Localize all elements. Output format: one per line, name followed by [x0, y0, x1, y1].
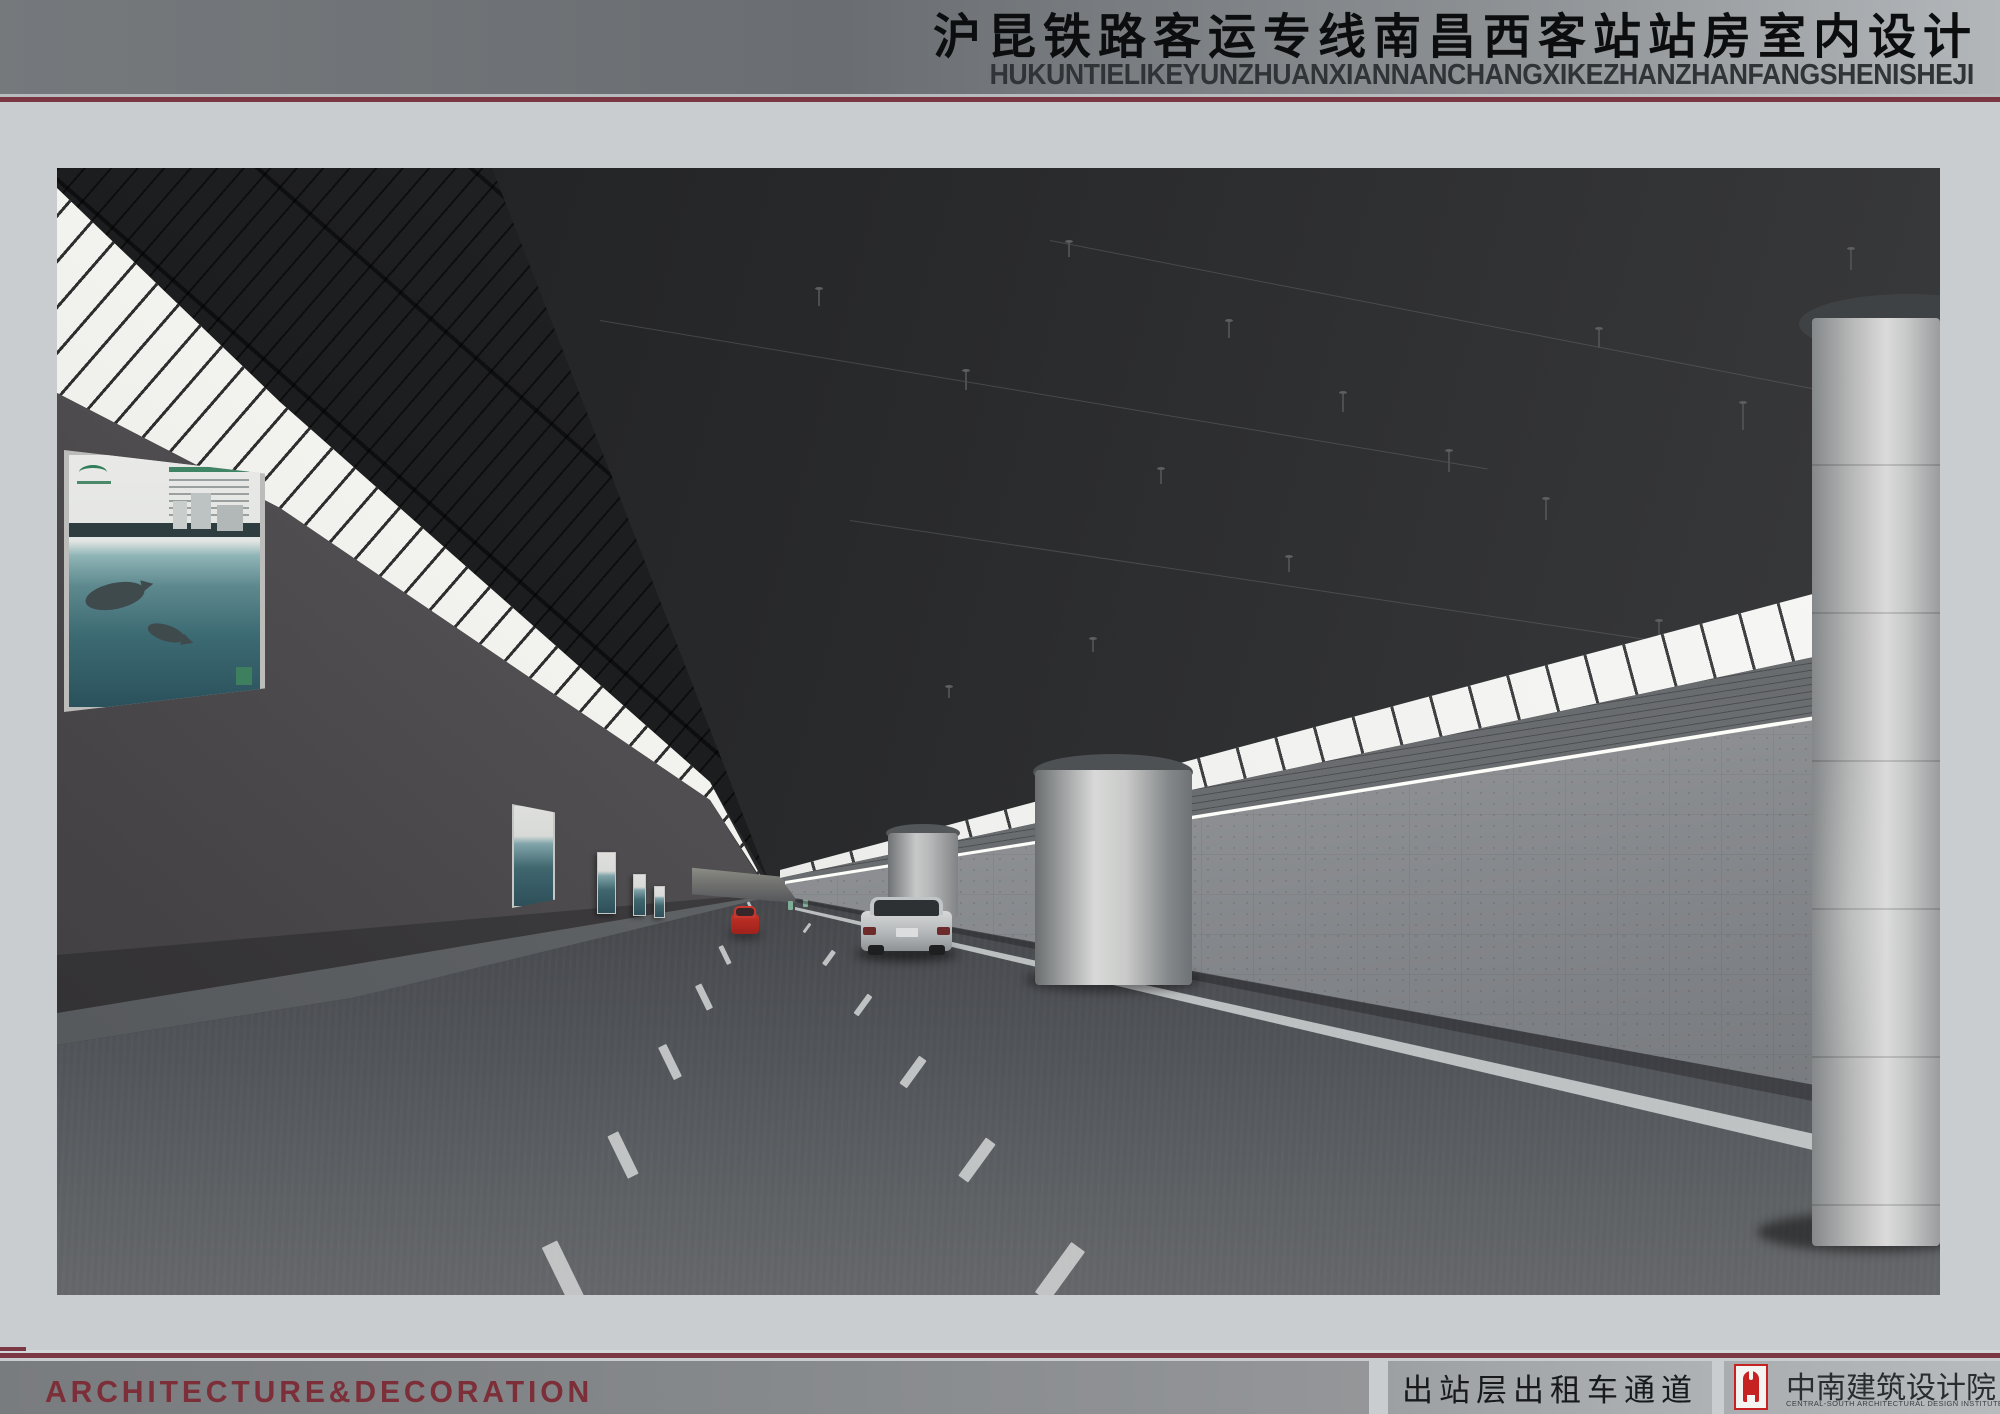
tunnel-rendering — [57, 168, 1940, 1295]
ceiling-rod — [1160, 470, 1162, 484]
billboard-lightbox-3 — [597, 852, 616, 914]
column-mid — [1035, 770, 1192, 985]
car-license-plate — [896, 928, 918, 937]
car-tail-light — [863, 927, 876, 935]
page-title: 沪昆铁路客运专线南昌西客站站房室内设计 — [933, 13, 1978, 63]
ceiling-rod — [1545, 500, 1547, 520]
billboard-lightbox-2 — [512, 804, 555, 908]
car-rear-window — [736, 908, 754, 916]
drawing-caption: 出站层出租车通道 — [1402, 1365, 1698, 1410]
brand-text: ARCHITECTURE&DECORATION — [45, 1374, 593, 1410]
ceiling-rod — [948, 688, 950, 698]
ad-waterline — [69, 537, 260, 539]
billboard-artwork — [69, 455, 260, 707]
car-tail-light — [937, 927, 950, 935]
fish-silhouette — [83, 577, 147, 615]
ceiling-rod — [965, 372, 967, 390]
ceiling-rod — [1068, 243, 1070, 257]
page-subtitle: HUKUNTIELIKEYUNZHUANXIANNANCHANGXIKEZHAN… — [990, 61, 1974, 90]
ceiling-rod — [1342, 394, 1344, 412]
car-wheel — [929, 945, 945, 955]
header-divider-red — [0, 97, 2000, 102]
presentation-board: 沪昆铁路客运专线南昌西客站站房室内设计 HUKUNTIELIKEYUNZHUAN… — [0, 0, 2000, 1414]
ad-building — [191, 493, 211, 529]
ceiling-rod — [1742, 404, 1744, 430]
ceiling-rod — [818, 290, 820, 306]
exit-sign — [788, 901, 793, 910]
caption-panel: 出站层出租车通道 — [1388, 1361, 1712, 1414]
silver-car — [861, 897, 952, 963]
billboard-lightbox-1 — [64, 450, 265, 712]
column-near-right — [1812, 318, 1940, 1246]
ad-stamp — [236, 667, 252, 685]
ceiling-rod — [1288, 558, 1290, 572]
institute-panel: 中南建筑设计院 CENTRAL-SOUTH ARCHITECTURAL DESI… — [1724, 1361, 2000, 1414]
header-bar: 沪昆铁路客运专线南昌西客站站房室内设计 HUKUNTIELIKEYUNZHUAN… — [0, 0, 2000, 94]
ad-logo-arc — [79, 465, 107, 480]
ad-logo-text — [77, 481, 111, 484]
car-rear-window — [874, 900, 939, 916]
ad-building — [217, 505, 243, 531]
billboard-lightbox-5 — [654, 886, 665, 918]
ceiling-rod — [1092, 640, 1094, 652]
ceiling-rod — [1850, 250, 1852, 270]
billboard-lightbox-4 — [633, 874, 646, 916]
fish-silhouette — [145, 620, 186, 647]
car-wheel — [868, 945, 884, 955]
institute-logo-glyph — [1743, 1371, 1759, 1402]
institute-name-en: CENTRAL-SOUTH ARCHITECTURAL DESIGN INSTI… — [1786, 1399, 2000, 1408]
red-car — [731, 906, 759, 938]
footer-divider-accent — [0, 1347, 26, 1351]
footer-divider-red — [0, 1353, 2000, 1358]
ceiling-rod — [1448, 452, 1450, 472]
ceiling-rod — [1598, 330, 1600, 348]
ad-building — [173, 501, 187, 529]
ceiling-rod — [1228, 322, 1230, 338]
institute-logo — [1734, 1364, 1768, 1410]
